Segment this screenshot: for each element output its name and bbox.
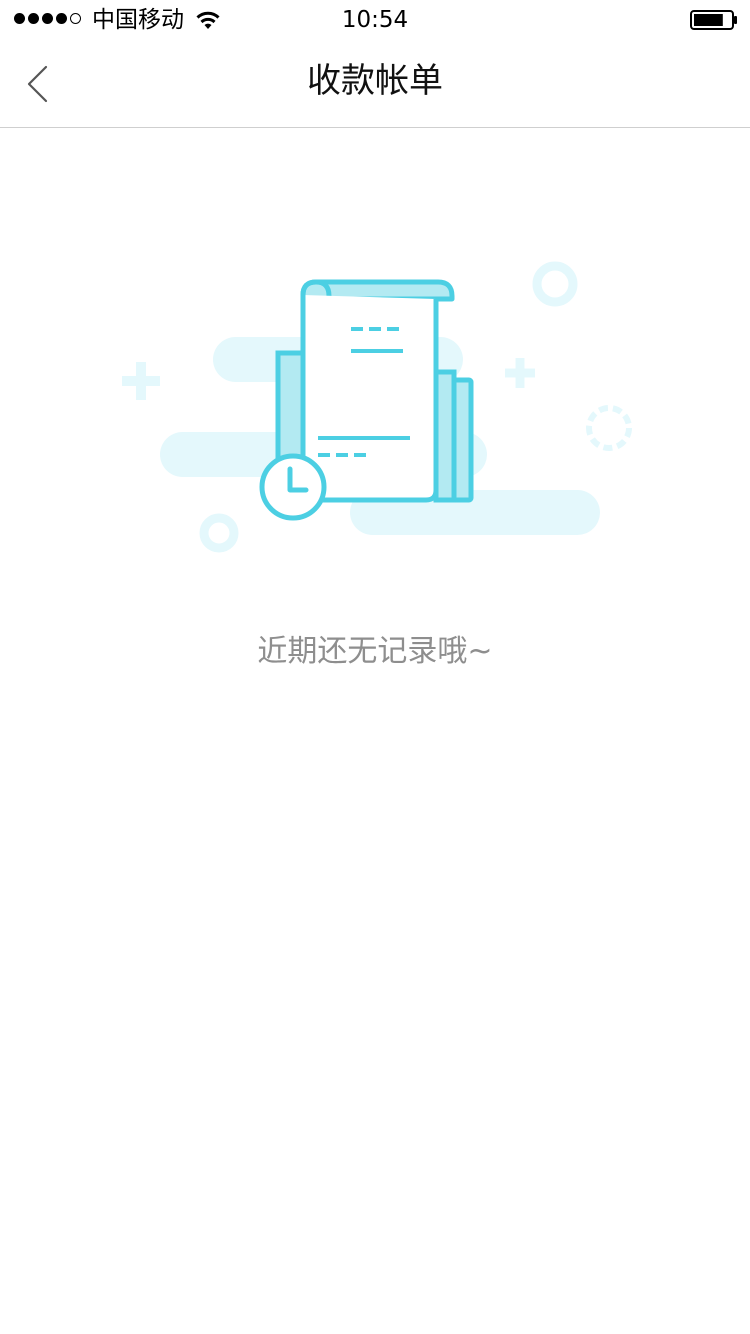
empty-records-illustration: [122, 261, 632, 553]
empty-state-message: 近期还无记录哦~: [257, 634, 493, 669]
navigation-bar: 收款帐单: [0, 40, 750, 128]
clock-icon: [259, 453, 327, 521]
page-title: 收款帐单: [307, 61, 443, 101]
status-bar: 中国移动 10:54: [0, 0, 750, 40]
battery-icon: [690, 10, 737, 30]
status-time: 10:54: [341, 7, 409, 33]
